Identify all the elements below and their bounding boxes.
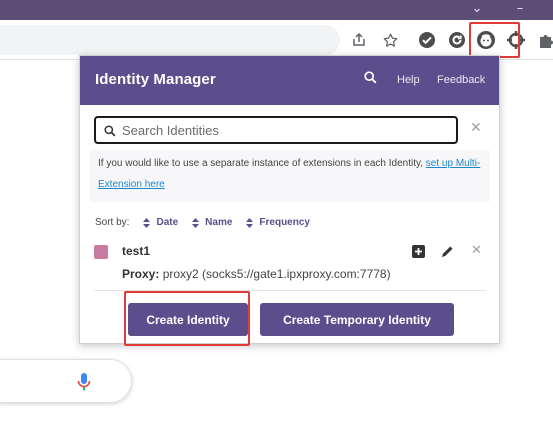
refresh-extension-icon[interactable] <box>445 28 469 52</box>
notice-text: If you would like to use a separate inst… <box>98 158 426 169</box>
sort-arrows-icon <box>143 217 151 228</box>
checkmark-extension-icon[interactable] <box>415 28 439 52</box>
create-identity-highlight <box>124 291 250 346</box>
tab-search-chevron-icon[interactable]: ⌄ <box>462 0 492 20</box>
star-icon[interactable] <box>378 28 402 52</box>
search-identities-input[interactable] <box>122 121 442 140</box>
sort-by-name[interactable]: Name <box>192 217 232 228</box>
extension-icon-highlight <box>469 22 520 58</box>
browser-title-bar: ⌄ – <box>0 0 553 20</box>
create-temporary-identity-button[interactable]: Create Temporary Identity <box>260 303 454 336</box>
identity-row[interactable]: test1 Proxy: proxy2 (socks5://gate1.ipxp… <box>80 239 499 289</box>
page-search-bar[interactable] <box>0 359 132 403</box>
sort-label: Sort by: <box>95 217 130 228</box>
clear-search-icon[interactable]: ✕ <box>470 120 482 136</box>
popup-title: Identity Manager <box>95 71 216 88</box>
edit-pencil-icon[interactable] <box>441 245 454 263</box>
sort-by-date[interactable]: Date <box>143 217 178 228</box>
sort-by-frequency[interactable]: Frequency <box>246 217 310 228</box>
microphone-icon[interactable] <box>77 372 91 397</box>
identity-proxy: Proxy: proxy2 (socks5://gate1.ipxproxy.c… <box>122 267 391 281</box>
search-icon <box>104 124 116 142</box>
sort-option-label: Date <box>156 217 179 228</box>
delete-identity-icon[interactable]: ✕ <box>471 243 482 258</box>
minimize-button[interactable]: – <box>505 0 535 20</box>
share-icon[interactable] <box>347 28 371 52</box>
search-icon[interactable] <box>364 71 377 89</box>
sort-arrows-icon <box>192 217 200 228</box>
sort-arrows-icon <box>246 217 254 228</box>
puzzle-extension-icon[interactable] <box>534 28 553 52</box>
feedback-link[interactable]: Feedback <box>437 74 485 86</box>
sort-bar: Sort by: Date Name Frequency <box>95 217 310 228</box>
proxy-value: proxy2 (socks5://gate1.ipxproxy.com:7778… <box>162 267 391 281</box>
help-link[interactable]: Help <box>397 74 420 86</box>
sort-option-label: Frequency <box>259 217 310 228</box>
add-extension-icon[interactable] <box>412 245 425 263</box>
proxy-label: Proxy: <box>122 267 160 281</box>
identity-color-swatch <box>94 245 108 259</box>
address-bar[interactable] <box>0 25 340 55</box>
identity-name[interactable]: test1 <box>122 244 150 258</box>
multi-extension-notice: If you would like to use a separate inst… <box>90 150 490 202</box>
sort-option-label: Name <box>205 217 233 228</box>
search-identities-box <box>94 116 458 144</box>
popup-header: Identity Manager Help Feedback <box>80 56 499 105</box>
